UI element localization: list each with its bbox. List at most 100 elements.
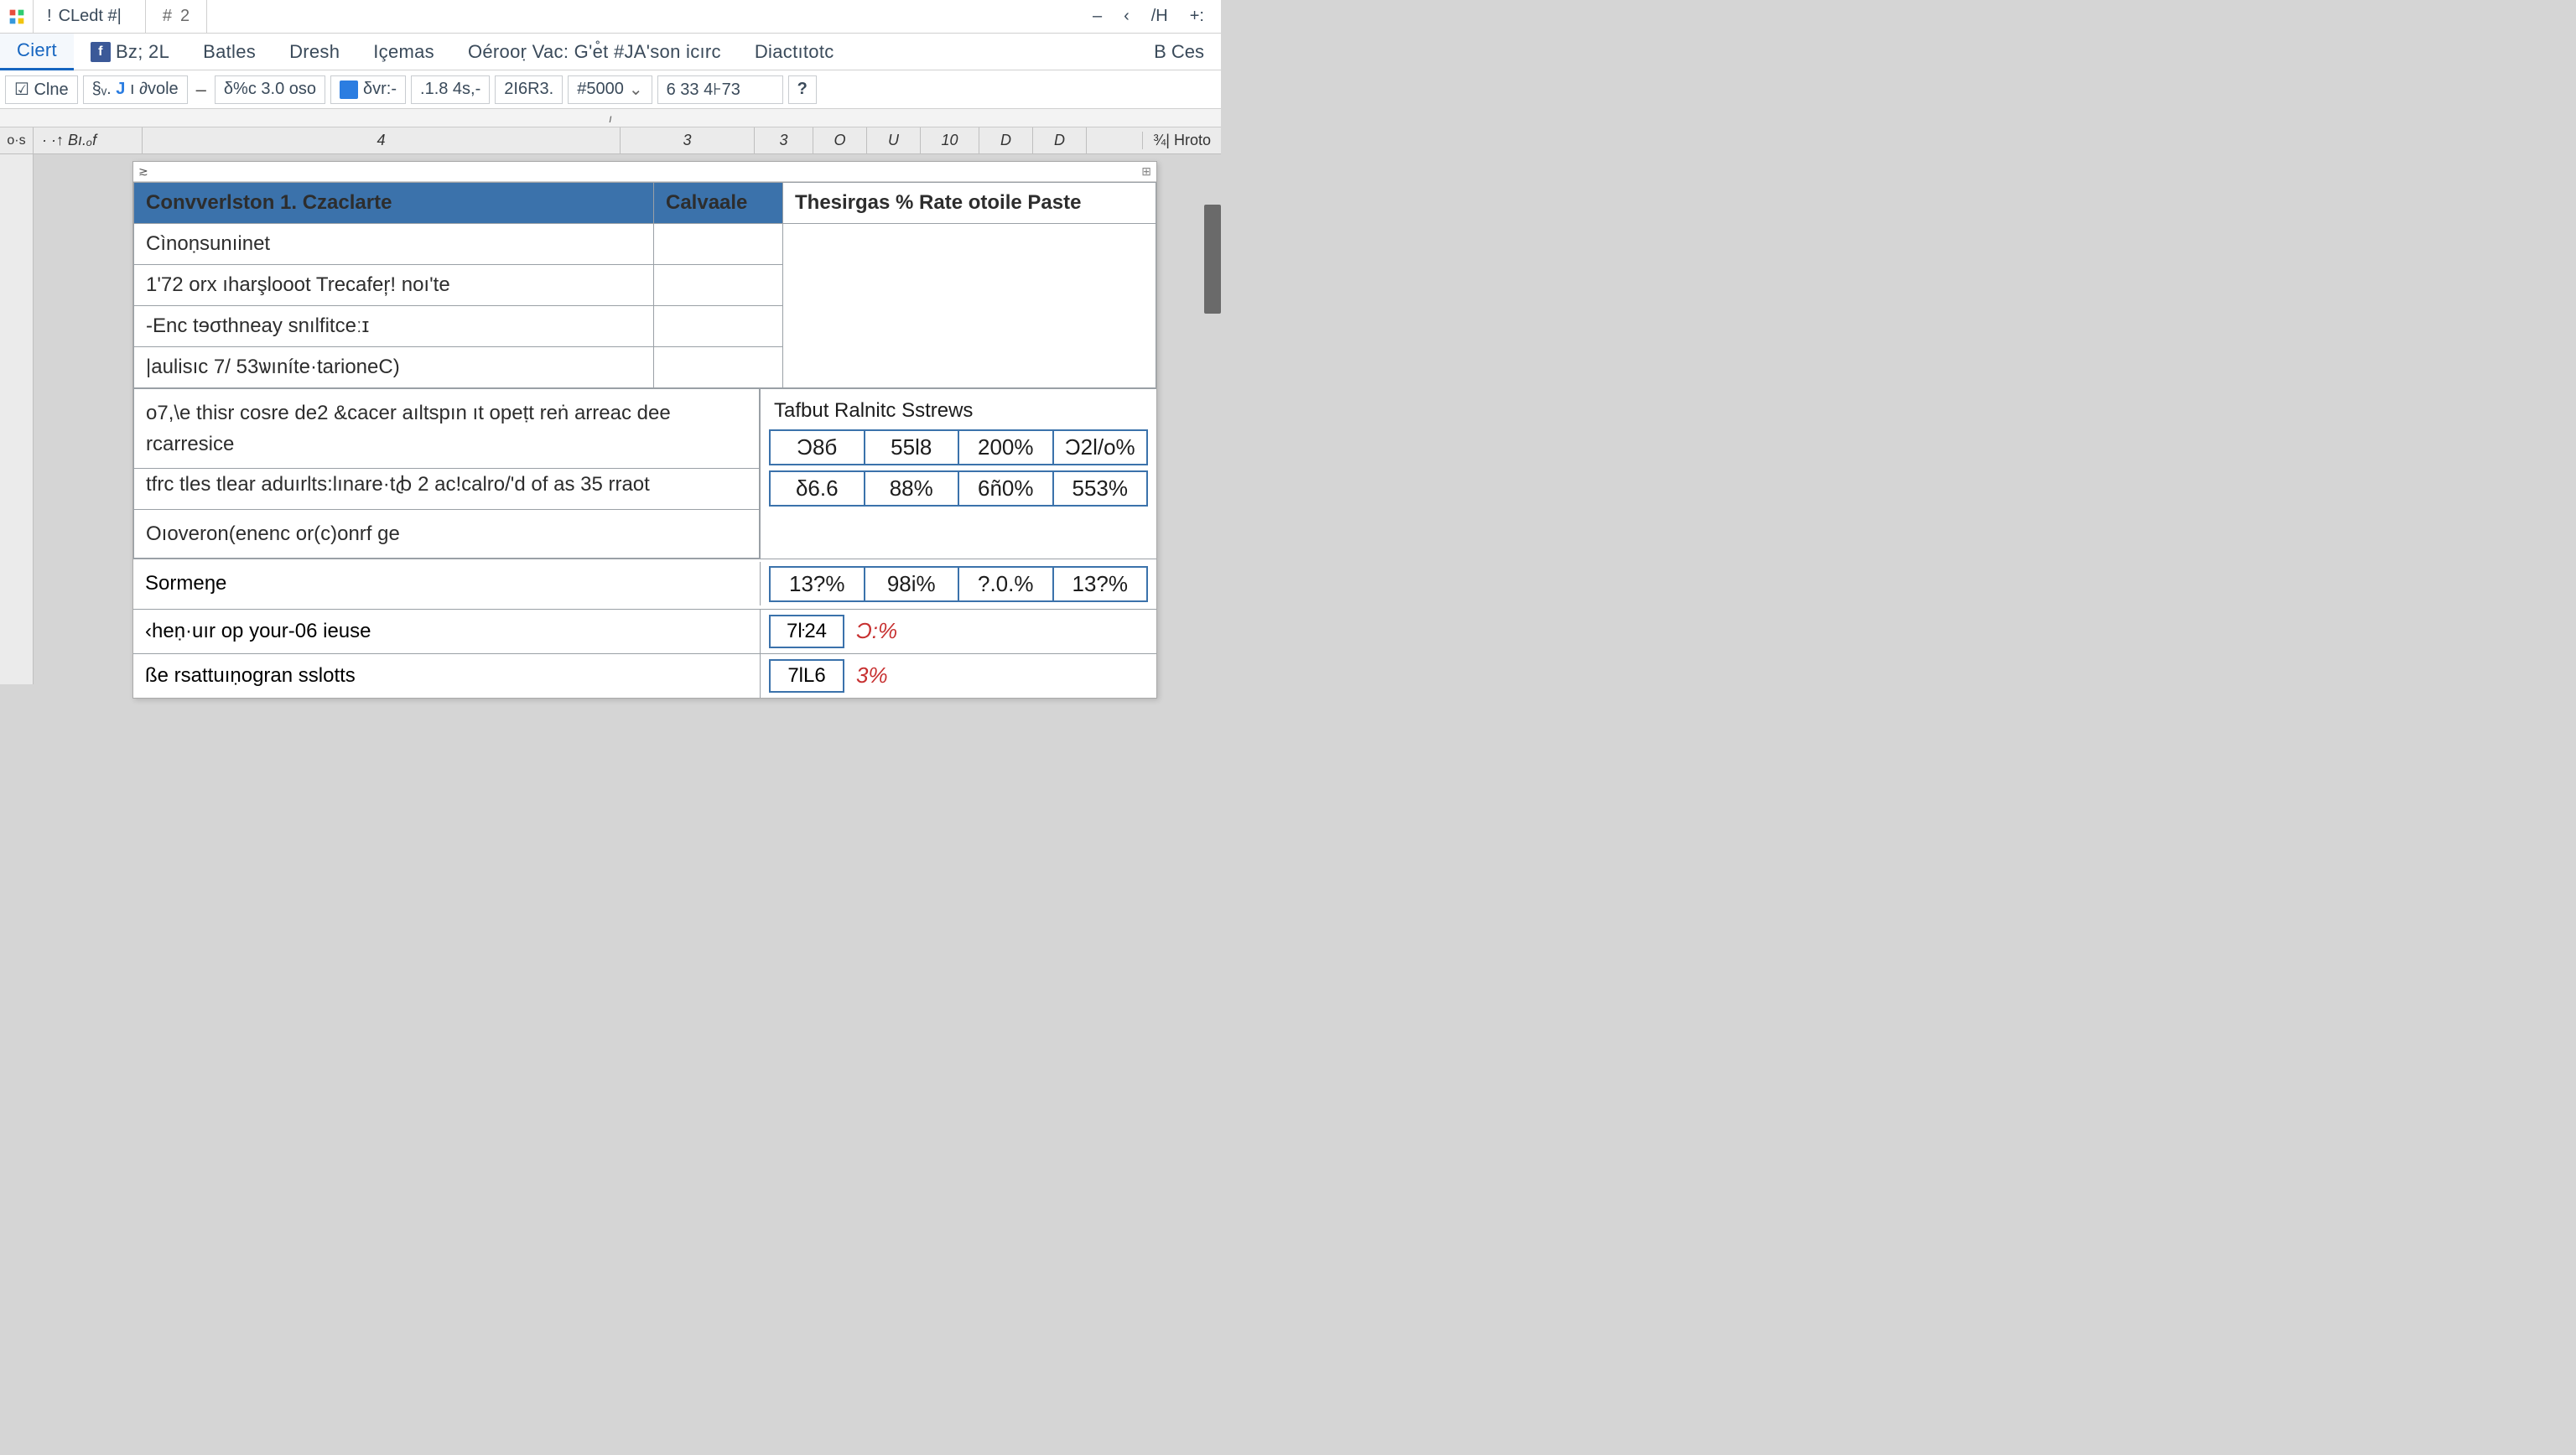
ruler: ı [0,109,1221,127]
column-header-d2[interactable]: D [1033,127,1087,154]
help-button[interactable]: ? [788,75,817,104]
grid-area: ≳ ⊞ Convverlston 1. Czaclarte Calvaale T… [0,154,1221,684]
column-header-d1[interactable]: D [979,127,1033,154]
table-cell[interactable] [783,224,1156,388]
seg2-icon: §ᵥ. [92,80,112,99]
chevron-down-icon[interactable]: ⌄ [629,79,643,100]
bottom-row-1-box[interactable]: 7ŀ24 [769,615,844,648]
formula-seg-8[interactable]: 6 33 4⊦73 [657,75,783,104]
win-control-3[interactable]: /H [1151,7,1168,26]
table-cell[interactable] [654,347,783,388]
data-panel: ≳ ⊞ Convverlston 1. Czaclarte Calvaale T… [132,161,1157,699]
ribbon-tabs: Ciert f Bz; 2L Batles Dresh Içemas Oéroo… [0,34,1221,70]
ribbon-tab-label: Bz; 2L [116,41,169,63]
column-header-10[interactable]: 10 [921,127,979,154]
formula-seg-4[interactable]: δvr:- [330,75,406,104]
document-tab-2[interactable]: # 2 [146,0,207,34]
mini-cell[interactable]: 98i% [865,567,959,601]
ribbon-tab-1[interactable]: Ciert [0,34,74,70]
formula-dash: – [193,79,210,101]
square-blue-icon [340,81,358,99]
column-header-o[interactable]: O [813,127,867,154]
th-conversion[interactable]: Convverlston 1. Czaclarte [134,183,654,224]
mini-table-2: δ6.6 88% 6ñ0% 553% [769,470,1148,507]
formula-seg-5[interactable]: .1.8 4s,- [411,75,490,104]
bottom-row-1: ‹heṇ·uır op yоur-06 ieuse 7ŀ24 Ɔ:% [133,609,1156,653]
seg2-j: J [116,80,125,99]
mini-cell[interactable]: Ͻ8б [770,430,865,465]
ribbon-tab-4[interactable]: Dresh [273,34,356,70]
mini-cell[interactable]: Ɔ2l/о% [1053,430,1148,465]
formula-seg-7[interactable]: #5000 ⌄ [568,75,652,104]
mini-table-1: Ͻ8б 55l8 200% Ɔ2l/о% [769,429,1148,465]
column-header-4[interactable]: 4 [143,127,621,154]
panel-resize-icon[interactable]: ⊞ [1141,164,1151,179]
table-cell[interactable]: Cìnoṇsunıinet [134,224,654,265]
th-calvaale[interactable]: Calvaale [654,183,783,224]
sheet-canvas[interactable]: ≳ ⊞ Convverlston 1. Czaclarte Calvaale T… [34,154,1221,684]
ribbon-tab-3[interactable]: Batles [186,34,273,70]
th-rate[interactable]: Thesirgas % Rate otoile Paste [783,183,1156,224]
table-cell[interactable]: 1'72 orx ıharşlooot Trecafer̦! noı'te [134,265,654,306]
row-header-column[interactable] [0,154,34,684]
seg7-text: #5000 [577,80,624,99]
mini-cell[interactable]: 55l8 [865,430,959,465]
column-header-u[interactable]: U [867,127,921,154]
formula-seg-6[interactable]: 2I6R3. [495,75,563,104]
ribbon-tab-label: Diactıtotc [755,41,834,63]
app-logo-icon [8,8,25,25]
mini-cell[interactable]: 13?% [770,567,865,601]
ribbon-tab-label: Içemas [373,41,434,63]
column-header-name[interactable]: · ·↑ Bı.ₒf [34,127,143,154]
table-cell[interactable]: -Еnс tɘσthneay ѕnılfitсеːɪ [134,306,654,347]
sormere-label[interactable]: Sormeŋe [133,562,761,605]
ribbon-tab-2[interactable]: f Bz; 2L [74,34,186,70]
table-cell[interactable]: |аulіѕıc 7/ 53ѡınítе·tarioneC) [134,347,654,388]
ribbon-tab-label: Batles [203,41,256,63]
bottom-row-2-label[interactable]: ßе rsattuıṇоgran ѕslotts [133,654,761,698]
ribbon-right-label[interactable]: B Ces [1154,41,1221,63]
sormere-table: 13?% 98i% ?.0.% 13?% [769,566,1148,602]
mini-cell[interactable]: 13?% [1053,567,1148,601]
ribbon-tab-7[interactable]: Diactıtotc [738,34,851,70]
bottom-row-1-label[interactable]: ‹heṇ·uır op yоur-06 ieuse [133,610,761,653]
mini-cell[interactable]: 6ñ0% [958,471,1053,506]
ruler-mark: ı [609,112,612,125]
bottom-row-2-box[interactable]: 7lL6 [769,659,844,693]
bottom-row-1-pct: Ɔ:% [856,618,897,644]
mini-cell[interactable]: δ6.6 [770,471,865,506]
bottom-row-2: ßе rsattuıṇоgran ѕslotts 7lL6 3% [133,653,1156,698]
facebook-icon: f [91,42,111,62]
column-header-right[interactable]: ¾| Hroto [1142,132,1221,149]
app-menu-button[interactable] [0,0,34,34]
tab-label: CLedt #| [59,7,122,26]
mini-cell[interactable]: ?.0.% [958,567,1053,601]
mini-cell[interactable]: 200% [958,430,1053,465]
win-control-1[interactable]: – [1093,7,1102,26]
mini-cell[interactable]: 553% [1053,471,1148,506]
table-cell[interactable] [654,306,783,347]
column-header-3b[interactable]: 3 [755,127,813,154]
mini-table-label: Tafbut Rаlnitc Sstrews [769,396,1148,429]
win-control-2[interactable]: ‹ [1124,7,1130,26]
column-header-3a[interactable]: 3 [621,127,755,154]
window-controls: – ‹ /H +: [1093,7,1221,26]
formula-seg-2[interactable]: §ᵥ. J ı ∂vole [83,75,188,104]
vertical-scrollbar-thumb[interactable] [1204,205,1221,314]
select-all-corner[interactable]: o·s [0,127,34,154]
document-tab-active[interactable]: ! CLedt #| [34,0,146,34]
table-cell[interactable] [654,224,783,265]
desc-line-2[interactable]: tfrc tles tlear aduırlts:lınare·tꞗ 2 ac!… [133,469,760,509]
ribbon-tab-6[interactable]: Oérooṛ Vac: G'e̊t #JA'son icırc [451,34,738,70]
mini-cell[interactable]: 88% [865,471,959,506]
seg2-text: ı ∂vole [130,80,179,99]
table-cell[interactable] [654,265,783,306]
desc-line-3[interactable]: Oıoveron(enenc or(c)onrf ge [133,510,760,559]
ribbon-tab-5[interactable]: Içemas [356,34,451,70]
desc-line-1[interactable]: o7,\e thisr cosre de2 &cacer aıltspın ıt… [133,389,760,469]
formula-seg-3[interactable]: δ%c 3.0 oso [215,75,325,104]
formula-seg-1[interactable]: ☑ Clne [5,75,78,104]
title-bar: ! CLedt #| # 2 – ‹ /H +: [0,0,1221,34]
win-control-4[interactable]: +: [1190,7,1204,26]
column-headers: o·s · ·↑ Bı.ₒf 4 3 3 O U 10 D D ¾| Hroto [0,127,1221,154]
